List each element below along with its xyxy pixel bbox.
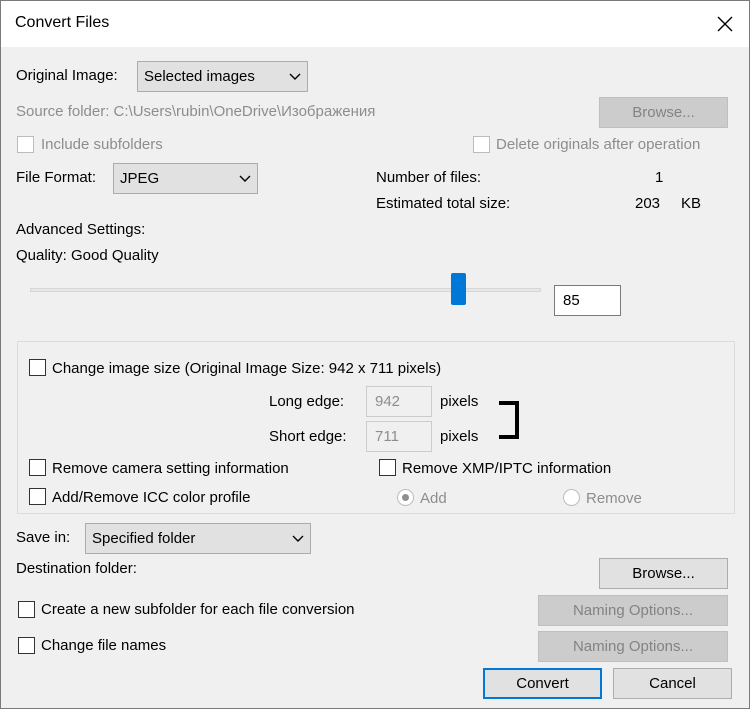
icc-add-radio[interactable] — [397, 489, 414, 506]
file-format-label: File Format: — [16, 169, 97, 186]
num-files-label: Number of files: — [376, 169, 482, 186]
close-icon — [717, 16, 733, 32]
subfolder-naming-label: Naming Options... — [572, 602, 694, 619]
aspect-lock-bracket — [499, 401, 519, 439]
quality-input[interactable]: 85 — [554, 285, 621, 316]
icc-profile-label: Add/Remove ICC color profile — [52, 489, 251, 506]
source-browse-label: Browse... — [632, 104, 695, 121]
icc-remove-radio[interactable] — [563, 489, 580, 506]
short-edge-input[interactable]: 711 — [366, 421, 432, 452]
num-files-value: 1 — [655, 169, 664, 186]
destination-browse-label: Browse... — [632, 565, 695, 582]
close-button[interactable] — [707, 9, 743, 39]
radio-selected-dot — [402, 494, 409, 501]
short-edge-label: Short edge: — [269, 428, 347, 445]
icc-add-label: Add — [420, 490, 447, 507]
original-image-label: Original Image: — [16, 67, 118, 84]
save-in-value: Specified folder — [92, 530, 196, 547]
remove-camera-checkbox[interactable] — [29, 459, 46, 476]
delete-originals-label: Delete originals after operation — [496, 136, 701, 153]
delete-originals-checkbox[interactable] — [473, 136, 490, 153]
file-naming-label: Naming Options... — [572, 638, 694, 655]
convert-button[interactable]: Convert — [483, 668, 602, 699]
source-browse-button[interactable]: Browse... — [599, 97, 728, 128]
quality-label: Quality: Good Quality — [16, 247, 159, 264]
save-in-dropdown[interactable]: Specified folder — [85, 523, 311, 554]
change-names-label: Change file names — [41, 637, 167, 654]
change-names-checkbox[interactable] — [18, 637, 35, 654]
include-subfolders-checkbox[interactable] — [17, 136, 34, 153]
original-image-dropdown[interactable]: Selected images — [137, 61, 308, 92]
change-size-label: Change image size (Original Image Size: … — [52, 360, 442, 377]
total-size-unit: KB — [681, 195, 702, 212]
chevron-down-icon — [292, 535, 304, 542]
change-size-checkbox[interactable] — [29, 359, 46, 376]
long-edge-label: Long edge: — [269, 393, 345, 410]
remove-camera-label: Remove camera setting information — [52, 460, 289, 477]
file-naming-button[interactable]: Naming Options... — [538, 631, 728, 662]
original-image-value: Selected images — [144, 68, 255, 85]
short-edge-value: 711 — [375, 428, 399, 445]
remove-xmp-checkbox[interactable] — [379, 459, 396, 476]
total-size-value: 203 — [635, 195, 661, 212]
quality-slider-thumb[interactable] — [451, 273, 466, 305]
long-edge-value: 942 — [375, 393, 401, 410]
destination-browse-button[interactable]: Browse... — [599, 558, 728, 589]
window-title: Convert Files — [15, 14, 110, 31]
subfolder-label: Create a new subfolder for each file con… — [41, 601, 355, 618]
destination-folder-label: Destination folder: — [16, 560, 137, 577]
long-edge-input[interactable]: 942 — [366, 386, 432, 417]
convert-label: Convert — [516, 675, 569, 692]
include-subfolders-label: Include subfolders — [41, 136, 163, 153]
advanced-settings-label: Advanced Settings: — [16, 221, 146, 238]
file-format-value: JPEG — [120, 170, 160, 187]
icc-profile-checkbox[interactable] — [29, 488, 46, 505]
subfolder-naming-button[interactable]: Naming Options... — [538, 595, 728, 626]
quality-value: 85 — [563, 292, 580, 309]
convert-files-dialog: Convert Files Original Image: Selected i… — [0, 0, 750, 709]
save-in-label: Save in: — [16, 529, 71, 546]
icc-remove-label: Remove — [586, 490, 642, 507]
cancel-button[interactable]: Cancel — [613, 668, 732, 699]
source-folder-text: Source folder: C:\Users\rubin\OneDrive\И… — [16, 103, 376, 120]
chevron-down-icon — [239, 175, 251, 182]
total-size-label: Estimated total size: — [376, 195, 511, 212]
title-bar: Convert Files — [1, 1, 749, 47]
remove-xmp-label: Remove XMP/IPTC information — [402, 460, 612, 477]
chevron-down-icon — [289, 73, 301, 80]
cancel-label: Cancel — [649, 675, 696, 692]
file-format-dropdown[interactable]: JPEG — [113, 163, 258, 194]
long-edge-unit: pixels — [440, 393, 479, 410]
short-edge-unit: pixels — [440, 428, 479, 445]
subfolder-checkbox[interactable] — [18, 601, 35, 618]
